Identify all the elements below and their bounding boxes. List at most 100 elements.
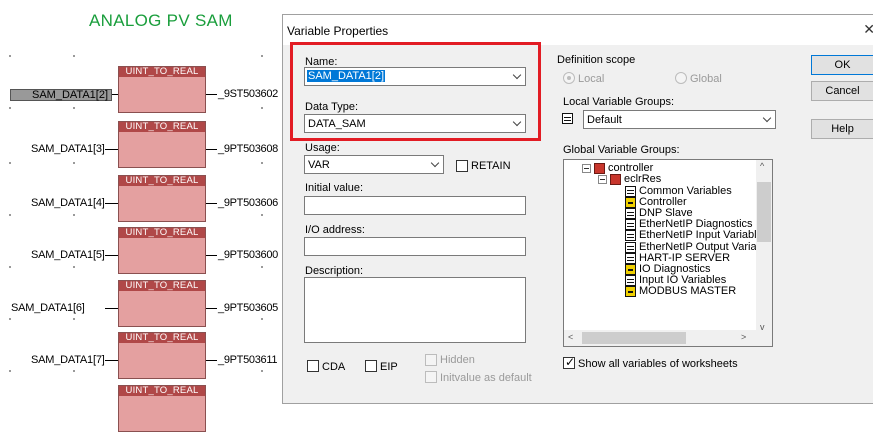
collapse-icon[interactable]: [582, 164, 591, 173]
output-variable-label[interactable]: _9PT503600: [218, 249, 278, 261]
output-variable-label[interactable]: _9PT503606: [218, 197, 278, 209]
grid-dot: [261, 370, 263, 372]
datatype-combobox[interactable]: DATA_SAM: [304, 114, 526, 133]
var-group-icon: [625, 274, 636, 286]
grid-dot: [9, 214, 11, 216]
initvalue-default-checkbox[interactable]: [425, 371, 437, 383]
function-block-header: UINT_TO_REAL: [119, 122, 205, 132]
function-block[interactable]: UINT_TO_REAL: [118, 227, 206, 274]
grid-dot: [9, 107, 11, 109]
grid-dot: [9, 370, 11, 372]
function-block-header: UINT_TO_REAL: [119, 228, 205, 238]
output-variable-label[interactable]: _9PT503605: [218, 302, 278, 314]
description-label: Description:: [305, 265, 364, 277]
retain-label: RETAIN: [471, 160, 511, 172]
grid-dot: [261, 107, 263, 109]
var-group-icon: [562, 113, 573, 124]
tree-vertical-scrollbar[interactable]: ^ v: [756, 160, 772, 332]
initial-value-input[interactable]: [304, 196, 526, 215]
grid-dot: [261, 318, 263, 320]
tree-horizontal-scrollbar[interactable]: < >: [564, 330, 772, 346]
input-wire: [105, 360, 118, 361]
function-block[interactable]: UINT_TO_REAL: [118, 66, 206, 113]
input-variable-label[interactable]: SAM_DATA1[3]: [31, 143, 105, 155]
ok-button[interactable]: OK: [811, 55, 873, 75]
usage-value: VAR: [308, 159, 330, 171]
cda-checkbox[interactable]: [307, 360, 319, 372]
input-wire: [105, 149, 118, 150]
input-variable-label[interactable]: SAM_DATA1[4]: [31, 197, 105, 209]
help-button[interactable]: Help: [811, 119, 873, 139]
chevron-down-icon[interactable]: [426, 156, 443, 173]
function-block-header: UINT_TO_REAL: [119, 281, 205, 291]
function-block-header: UINT_TO_REAL: [119, 176, 205, 186]
grid-dot: [73, 318, 75, 320]
hidden-checkbox[interactable]: [425, 354, 437, 366]
grid-dot: [261, 55, 263, 57]
input-wire: [112, 94, 118, 95]
input-variable-label[interactable]: SAM_DATA1[6]: [11, 302, 85, 314]
checkmark-icon: ✓: [565, 355, 576, 369]
scope-global-radio[interactable]: [675, 72, 687, 84]
definition-scope-label: Definition scope: [557, 54, 636, 66]
name-value: SAM_DATA1[2]: [307, 70, 386, 82]
local-groups-combobox[interactable]: Default: [583, 110, 776, 129]
cancel-button[interactable]: Cancel: [811, 81, 873, 101]
show-all-checkbox[interactable]: ✓: [563, 355, 576, 369]
description-textarea[interactable]: [304, 277, 526, 343]
tree-node-label: eclrRes: [624, 173, 662, 185]
function-block[interactable]: UINT_TO_REAL: [118, 121, 206, 168]
scope-local-radio[interactable]: [563, 72, 575, 84]
io-address-label: I/O address:: [305, 224, 365, 236]
tree-item-label: EtherNetIP Output Varial: [639, 240, 760, 253]
dialog-titlebar[interactable]: Variable Properties ✕: [283, 15, 873, 45]
usage-combobox[interactable]: VAR: [304, 155, 444, 174]
scroll-thumb[interactable]: [757, 182, 771, 242]
grid-dot: [9, 55, 11, 57]
input-variable-label[interactable]: SAM_DATA1[5]: [31, 249, 105, 261]
chevron-down-icon[interactable]: [758, 111, 775, 128]
local-groups-label: Local Variable Groups:: [563, 96, 675, 108]
dialog-title: Variable Properties: [287, 24, 389, 38]
usage-label: Usage:: [305, 142, 340, 154]
var-group-icon: [625, 186, 636, 197]
chevron-down-icon[interactable]: [508, 115, 525, 132]
initial-value-label: Initial value:: [305, 182, 364, 194]
output-variable-label[interactable]: _9ST503602: [218, 88, 278, 100]
folder-icon: [594, 163, 605, 174]
input-wire: [105, 255, 118, 256]
input-variable-selected[interactable]: SAM_DATA1[2]: [10, 89, 112, 101]
function-block[interactable]: UINT_TO_REAL: [118, 280, 206, 327]
input-variable-label[interactable]: SAM_DATA1[7]: [31, 354, 105, 366]
collapse-icon[interactable]: [598, 175, 607, 184]
input-variable-label: SAM_DATA1[2]: [32, 89, 109, 101]
scroll-thumb[interactable]: [582, 332, 686, 344]
grid-dot: [73, 266, 75, 268]
diagram-title: ANALOG PV SAM: [89, 11, 233, 30]
output-wire: [206, 308, 217, 309]
global-groups-tree[interactable]: controller eclrRes Common Variables Contr…: [563, 159, 773, 347]
function-block[interactable]: UINT_TO_REAL: [118, 385, 206, 432]
initvalue-default-label: Initvalue as default: [440, 372, 532, 384]
retain-checkbox[interactable]: [456, 160, 468, 172]
io-address-input[interactable]: [304, 237, 526, 256]
chevron-down-icon[interactable]: [508, 68, 525, 85]
yellow-group-icon: [625, 285, 636, 297]
function-block[interactable]: UINT_TO_REAL: [118, 332, 206, 379]
grid-dot: [73, 107, 75, 109]
output-variable-label[interactable]: _9PT503608: [218, 143, 278, 155]
grid-dot: [9, 318, 11, 320]
close-icon[interactable]: ✕: [863, 21, 873, 38]
output-variable-label[interactable]: _9PT503611: [218, 354, 277, 366]
function-block-header: UINT_TO_REAL: [119, 386, 205, 396]
input-wire: [105, 308, 118, 309]
eip-checkbox[interactable]: [365, 360, 377, 372]
yellow-group-icon: [625, 197, 636, 209]
name-combobox[interactable]: SAM_DATA1[2]: [304, 67, 526, 86]
grid-dot: [73, 214, 75, 216]
scope-local-label: Local: [578, 73, 605, 85]
function-block[interactable]: UINT_TO_REAL: [118, 175, 206, 222]
datatype-label: Data Type:: [305, 101, 358, 113]
output-wire: [206, 255, 217, 256]
hidden-label: Hidden: [440, 354, 475, 366]
